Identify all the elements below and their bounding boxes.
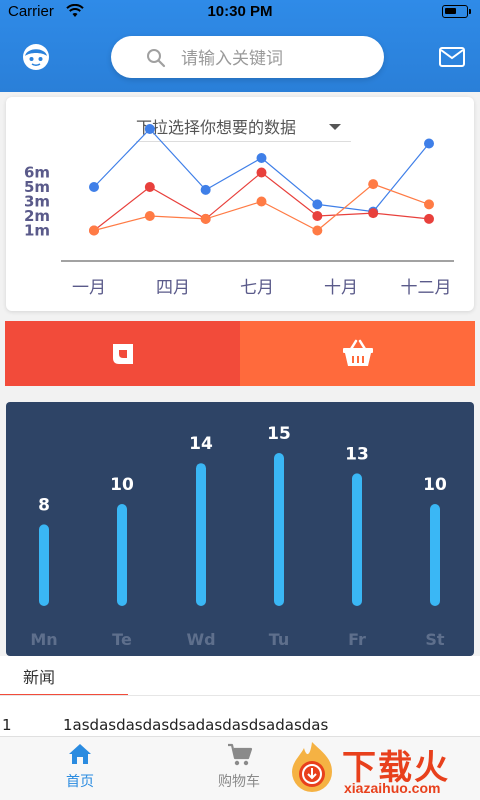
bar-value-label: 10 — [423, 475, 447, 495]
data-point — [89, 225, 99, 236]
x-tick-label: 十二月 — [401, 278, 452, 298]
data-point — [368, 179, 379, 190]
news-divider — [0, 695, 480, 696]
category-label: Fr — [348, 630, 366, 649]
download-logo-icon — [292, 742, 332, 792]
watermark: 下载火 xiazaihuo.com — [282, 736, 480, 800]
mail-icon[interactable] — [439, 47, 465, 67]
category-label: St — [425, 630, 445, 649]
data-point — [424, 138, 434, 149]
tab-cart[interactable]: 购物车 — [199, 737, 279, 800]
face-icon[interactable] — [22, 43, 50, 71]
app-header: Carrier 10:30 PM 请输入关键词 — [0, 0, 480, 92]
data-point — [200, 213, 211, 224]
news-tab-indicator — [0, 694, 128, 695]
basket-button[interactable] — [240, 321, 475, 386]
category-label: Tu — [269, 630, 290, 649]
news-item-index: 1 — [2, 716, 12, 734]
bar — [117, 504, 127, 606]
bar-value-label: 10 — [110, 475, 134, 495]
data-point — [200, 184, 211, 195]
category-label: Mn — [30, 630, 57, 649]
tab-home-label: 首页 — [66, 774, 94, 790]
y-tick-label: 6m — [24, 164, 50, 182]
chat-button[interactable] — [5, 321, 240, 386]
news-item-text: 1asdasdasdasdsadasdasdsadasdas — [63, 716, 329, 734]
search-icon — [147, 49, 166, 68]
bar-chart: 8 Mn 10 Te 14 Wd 15 Tu 13 Fr 10 St — [30, 424, 447, 649]
search-placeholder: 请输入关键词 — [181, 49, 283, 69]
news-tab-title[interactable]: 新闻 — [23, 664, 55, 688]
bar-value-label: 14 — [189, 434, 213, 454]
data-point — [144, 211, 155, 221]
home-icon — [69, 744, 91, 764]
data-point — [312, 199, 323, 210]
bar-value-label: 13 — [345, 444, 369, 464]
watermark-url: xiazaihuo.com — [344, 780, 441, 796]
cart-icon — [228, 743, 253, 766]
tab-cart-label: 购物车 — [218, 774, 260, 790]
category-label: Te — [112, 630, 132, 649]
x-tick-label: 四月 — [156, 278, 190, 298]
bar-value-label: 8 — [38, 495, 50, 515]
status-bar: Carrier 10:30 PM — [0, 0, 480, 24]
line-chart-card: 下拉选择你想要的数据 1m 2m 3m 5m 6m 一月 四月 七月 十月 十二月 — [6, 97, 474, 311]
search-bar[interactable]: 请输入关键词 — [111, 36, 384, 78]
clock: 10:30 PM — [207, 3, 273, 20]
data-point — [144, 124, 155, 134]
x-tick-label: 十月 — [324, 278, 358, 298]
x-tick-label: 一月 — [72, 278, 106, 298]
bar — [196, 463, 206, 606]
bar — [274, 453, 284, 606]
chat-bubble-icon — [113, 344, 133, 364]
data-point — [368, 208, 379, 219]
bar-value-label: 15 — [267, 424, 291, 444]
data-point — [89, 182, 99, 192]
tab-home[interactable]: 首页 — [40, 737, 120, 800]
data-point — [424, 213, 434, 224]
battery-icon — [442, 5, 471, 18]
bar — [352, 473, 362, 606]
data-point — [256, 167, 267, 178]
x-tick-label: 七月 — [240, 278, 274, 298]
data-point — [256, 153, 267, 163]
bar — [39, 524, 49, 606]
data-point — [312, 211, 323, 221]
data-point — [424, 199, 434, 210]
data-point — [256, 196, 267, 207]
data-point — [144, 182, 155, 192]
data-point — [312, 225, 323, 236]
news-list-item[interactable]: 1 1asdasdasdasdsadasdasdsadasdas — [0, 716, 480, 736]
bar-chart-card: 8 Mn 10 Te 14 Wd 15 Tu 13 Fr 10 St — [6, 402, 474, 656]
bar — [430, 504, 440, 606]
line-chart: 1m2m3m5m6m一月 四月 七月 十月 十二月 — [24, 124, 454, 298]
category-label: Wd — [186, 630, 215, 649]
basket-icon — [343, 339, 373, 366]
